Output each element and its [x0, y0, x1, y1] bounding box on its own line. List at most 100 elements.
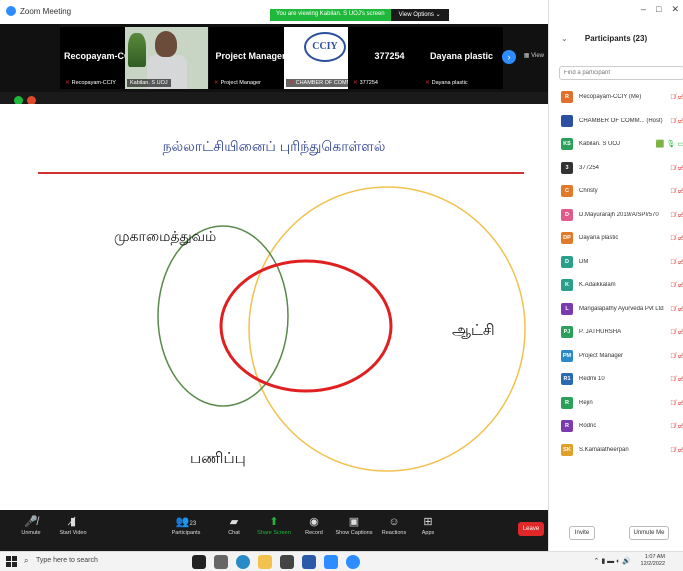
zoom-app: Zoom Meeting You are viewing Kabilan. S …	[0, 0, 683, 571]
participants-icon: 👥23	[175, 516, 197, 528]
muted-mic-icon: 🎙̸ ▭̸	[670, 329, 683, 336]
participant-row[interactable]: KS Kabilan. S UOJ 🟩 🎙 ▭	[549, 133, 683, 157]
plant-image	[128, 33, 146, 67]
avatar: R	[561, 396, 573, 409]
reactions-button[interactable]: ☺ Reactions	[380, 514, 408, 536]
participant-name: CHAMBER OF COMM... (Host)	[579, 117, 663, 124]
file-explorer-icon[interactable]	[258, 555, 272, 569]
participant-name: Project Manager	[579, 352, 624, 359]
view-button[interactable]: ▦ View	[524, 52, 544, 59]
chat-button[interactable]: ▰ Chat	[224, 514, 244, 536]
participant-row[interactable]: DP Dayana plastic 🎙̸ ▭̸	[549, 227, 683, 251]
viewing-banner: You are viewing Kabilan. S UOJ's screen …	[270, 9, 449, 21]
participant-row[interactable]: L Mangalapathy Ayurveda Pvt Ltd 🎙̸ ▭̸	[549, 298, 683, 322]
clock[interactable]: 1:07 AM 12/2/2022	[641, 554, 665, 568]
participant-name: Redmi 10	[579, 376, 605, 382]
avatar: K	[561, 279, 573, 291]
muted-mic-icon: 🎙̸ ▭̸	[670, 282, 683, 289]
window-title: Zoom Meeting	[20, 7, 72, 16]
windows-start-icon[interactable]	[6, 556, 18, 568]
participant-row[interactable]: 3 377254 🎙̸ ▭̸	[549, 157, 683, 181]
share-screen-button[interactable]: ⬆ Share Screen	[256, 514, 292, 536]
task-view-icon[interactable]	[214, 555, 228, 569]
avatar: R	[561, 91, 573, 103]
maximize-icon[interactable]: □	[656, 4, 661, 15]
video-tile[interactable]: Dayana plastic ✕ Dayana plastic	[420, 27, 503, 89]
participant-name: D.Mayurarajh 2019/A/SPI/570	[579, 211, 659, 218]
tile-label: Kabilan. S UOJ	[127, 79, 171, 87]
participant-row[interactable]: R1 Redmi 10 🎙̸ ▭̸	[549, 368, 683, 392]
participant-row[interactable]: R Recopayam-CCIY (Me) 🎙̸ ▭̸	[549, 86, 683, 110]
tile-label: ✕ Project Manager	[211, 79, 264, 87]
video-tile[interactable]: 377254 ✕ 377254	[348, 27, 431, 89]
unmute-button[interactable]: 🎤̸ Unmute	[18, 514, 44, 536]
participant-row[interactable]: K K.Adaikkalam 🎙̸ ▭̸	[549, 274, 683, 298]
store-icon[interactable]	[280, 555, 294, 569]
shared-slide: நல்லாட்சியினைப் புரிந்துகொள்ளல் முகாமைத்…	[0, 104, 548, 510]
video-off-icon: ▮̸	[69, 516, 77, 528]
share-screen-icon: ⬆	[269, 516, 279, 528]
meeting-area: Zoom Meeting You are viewing Kabilan. S …	[0, 0, 548, 551]
avatar: R	[561, 420, 573, 432]
video-tile[interactable]: Kabilan. S UOJ	[125, 27, 208, 89]
apps-button[interactable]: ⊞ Apps	[418, 514, 438, 536]
muted-mic-icon: 🎙̸ ▭̸	[670, 446, 683, 454]
video-tile[interactable]: Project Manager ✕ Project Manager	[209, 27, 292, 89]
participant-row[interactable]: R Rodric 🎙̸ ▭̸	[549, 415, 683, 439]
participant-row[interactable]: D DM 🎙̸ ▭̸	[549, 251, 683, 275]
participants-label: Participants	[171, 530, 201, 536]
participant-row[interactable]: SK S.Kamalatheerpan 🎙̸ ▭̸	[549, 439, 683, 463]
title-bar: Zoom Meeting You are viewing Kabilan. S …	[0, 0, 548, 24]
record-icon: ◉	[309, 516, 319, 528]
taskbar-search[interactable]: ⌕ Type here to search	[22, 554, 177, 570]
muted-mic-icon: 🎙̸ ▭̸	[670, 211, 683, 219]
chat-label: Chat	[228, 530, 240, 536]
zoom-meeting-taskbar-icon[interactable]	[346, 555, 360, 569]
cortana-icon[interactable]	[192, 555, 206, 569]
close-icon[interactable]: ✕	[671, 4, 679, 15]
show-captions-button[interactable]: ▣ Show Captions	[334, 514, 374, 536]
unmute-me-button[interactable]: Unmute Me	[629, 526, 669, 540]
participant-search-input[interactable]	[559, 66, 683, 80]
tile-label: ✕ Dayana plastic	[422, 79, 471, 87]
participant-row[interactable]: CHAMBER OF COMM... (Host) 🎙̸ ▭̸	[549, 110, 683, 134]
participant-row[interactable]: C Christy 🎙̸ ▭̸	[549, 180, 683, 204]
meeting-toolbar: 🎤̸ Unmute ▮̸ Start Video 👥23 Participants ▰…	[0, 510, 548, 551]
participant-name: Rodric	[579, 423, 597, 429]
edge-icon[interactable]	[236, 555, 250, 569]
muted-mic-icon: ✕	[425, 80, 430, 86]
participant-name: DM	[579, 258, 589, 265]
participant-row[interactable]: D D.Mayurarajh 2019/A/SPI/570 🎙̸ ▭̸	[549, 204, 683, 228]
record-button[interactable]: ◉ Record	[302, 514, 326, 536]
taskbar-search-placeholder: Type here to search	[36, 557, 98, 564]
muted-mic-icon: ✕	[214, 80, 219, 86]
tile-label: ✕ Recopayam-CCIY	[62, 79, 119, 87]
participant-row[interactable]: PJ P. JATHURSHA 🎙̸ ▭̸	[549, 321, 683, 345]
tile-name: 377254	[374, 51, 405, 61]
viewing-status: You are viewing Kabilan. S UOJ's screen	[270, 9, 391, 21]
avatar: DP	[561, 232, 573, 244]
next-page-button[interactable]: ›	[502, 50, 516, 64]
participants-button[interactable]: 👥23 Participants	[168, 514, 204, 536]
zoom-taskbar-icon[interactable]	[324, 555, 338, 569]
system-tray[interactable]: ⌃ ▮ ▬ ◐ 🔊	[594, 557, 631, 565]
leave-button[interactable]: Leave	[518, 522, 544, 536]
start-video-button[interactable]: ▮̸ Start Video	[56, 514, 90, 536]
avatar: PJ	[561, 326, 573, 338]
participant-row[interactable]: R Rejin 🎙̸ ▭̸	[549, 392, 683, 416]
participant-row[interactable]: PM Project Manager 🎙̸ ▭̸	[549, 345, 683, 369]
apps-icon: ⊞	[423, 516, 433, 528]
muted-mic-icon: 🎙̸ ▭̸	[670, 235, 683, 242]
invite-button[interactable]: Invite	[569, 526, 595, 540]
word-icon[interactable]	[302, 555, 316, 569]
muted-mic-icon: 🎙̸ ▭̸	[670, 305, 683, 313]
muted-mic-icon: 🎙̸ ▭̸	[670, 399, 683, 407]
muted-mic-icon: 🟩 🎙 ▭	[655, 141, 683, 148]
muted-mic-icon: 🎙̸ ▭̸	[670, 164, 683, 172]
minimize-icon[interactable]: –	[641, 4, 646, 15]
record-label: Record	[305, 530, 323, 536]
participant-name: Kabilan. S UOJ	[579, 141, 621, 147]
label-direction: பணிப்பு	[190, 450, 246, 467]
view-options-button[interactable]: View Options ⌄	[390, 9, 449, 21]
avatar: D	[561, 255, 573, 268]
